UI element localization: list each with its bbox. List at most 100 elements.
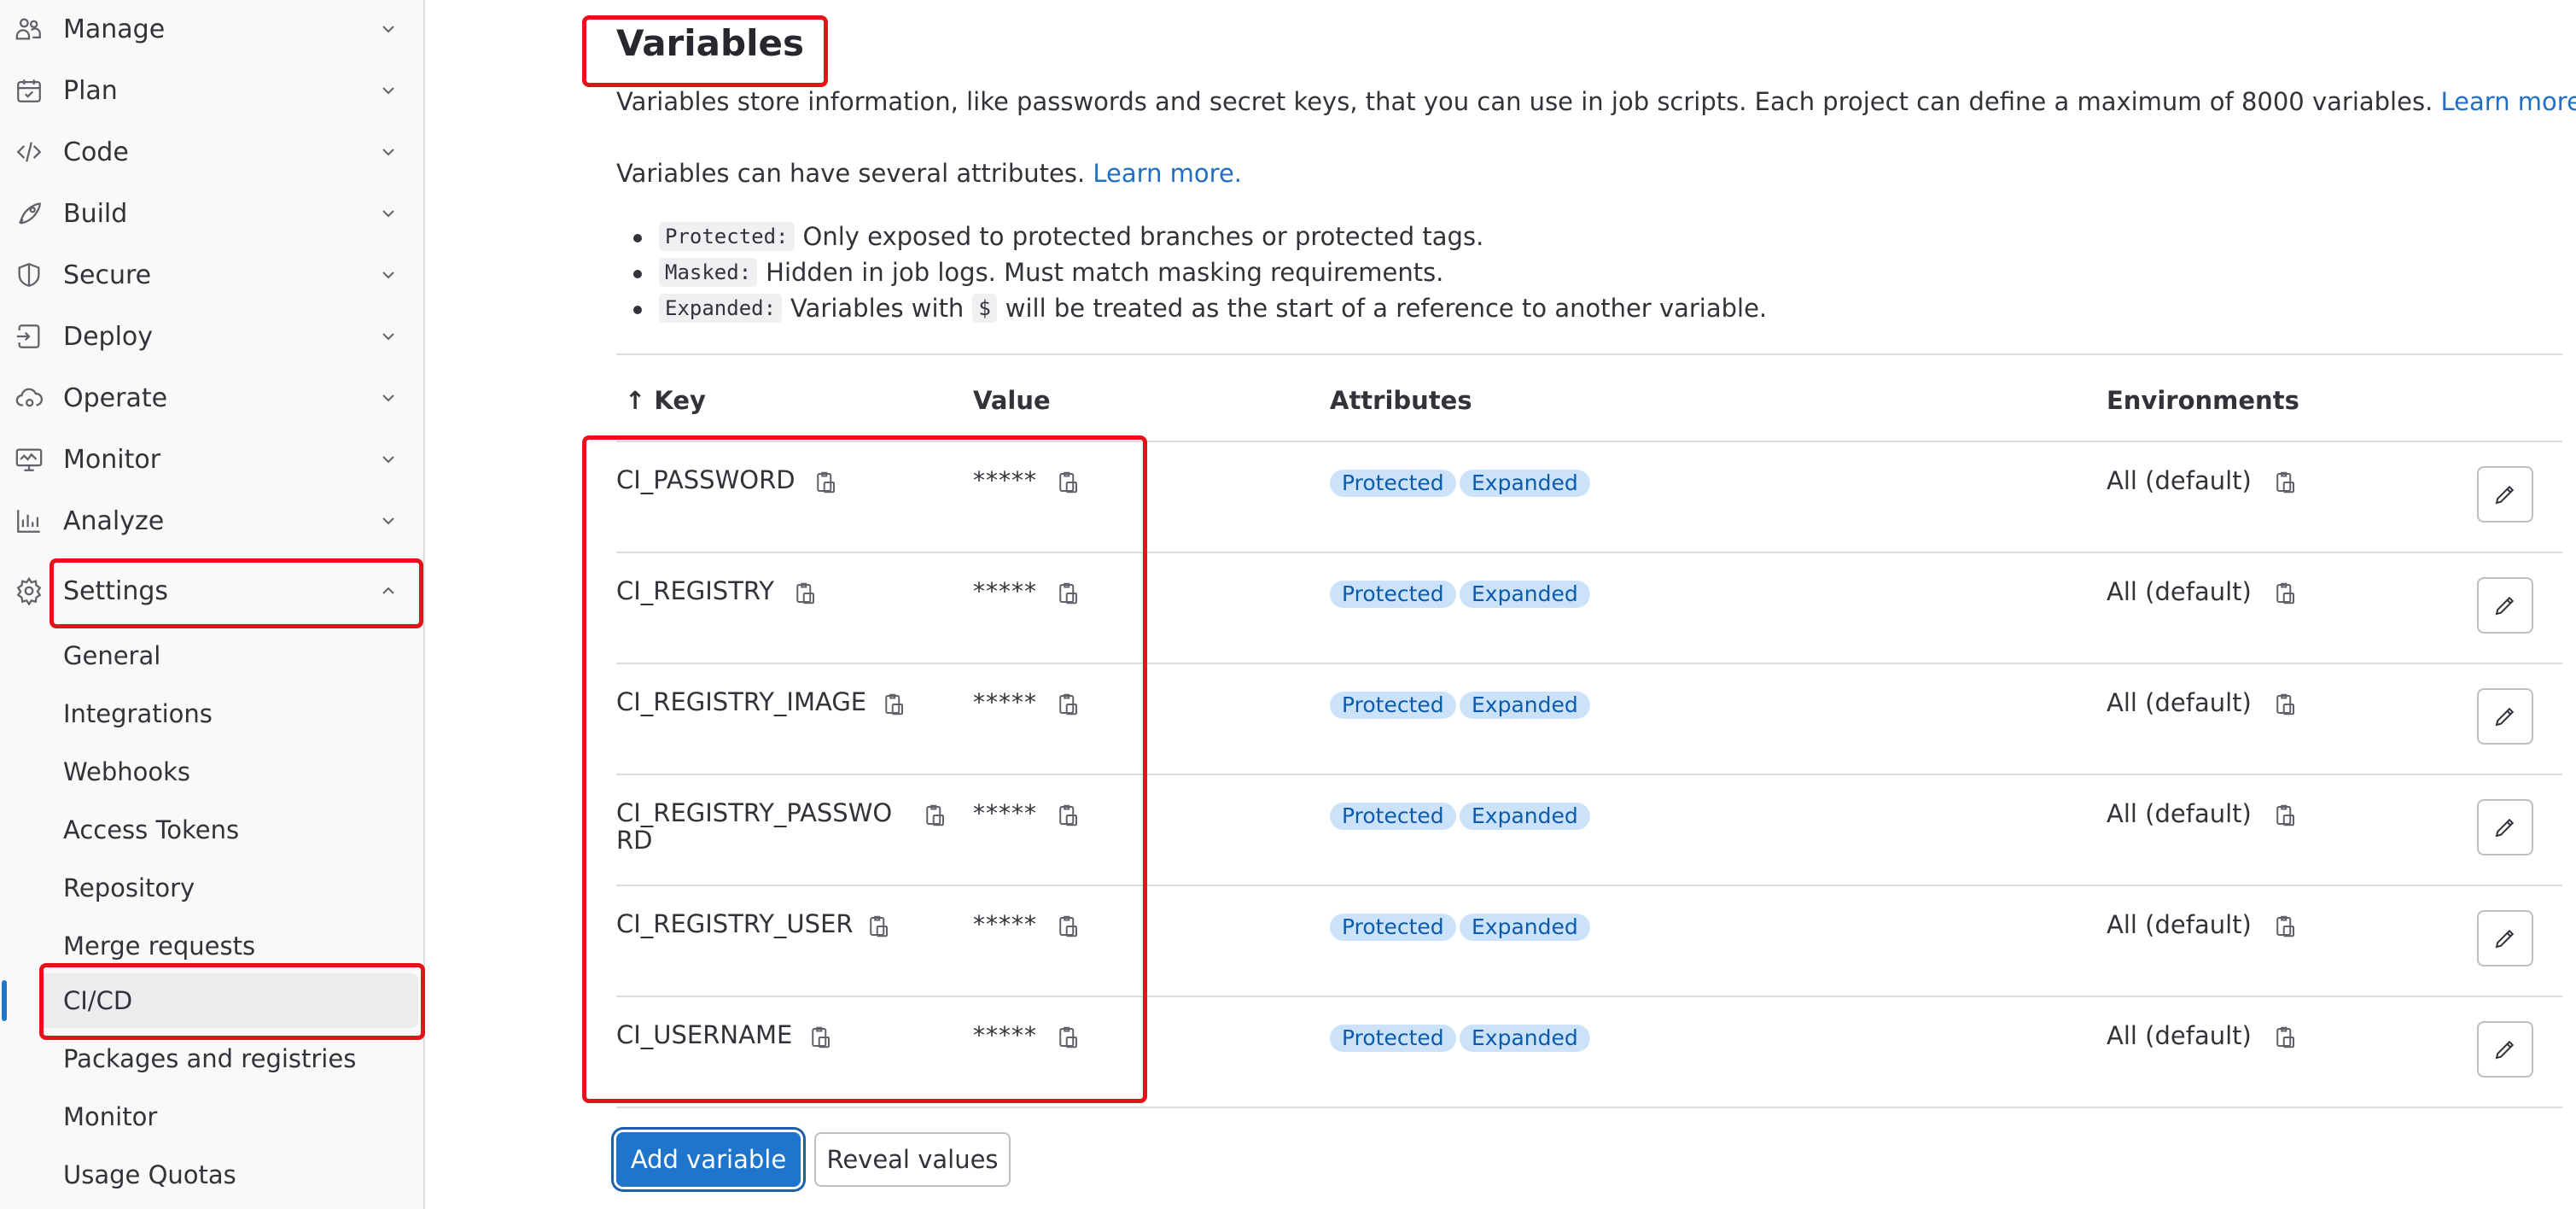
attributes-list: Protected: Only exposed to protected bran…	[632, 219, 1767, 326]
badge-protected: Protected	[1330, 692, 1456, 719]
attr-desc: Hidden in job logs. Must match masking r…	[766, 258, 1444, 287]
table-row: CI_USERNAME ***** Protected Expanded All…	[616, 996, 2562, 1108]
pencil-icon	[2495, 596, 2515, 616]
table-row: CI_REGISTRY_IMAGE ***** Protected Expand…	[616, 663, 2562, 775]
sidebar: Manage Plan Code Build Secure Deploy Ope…	[0, 0, 425, 1209]
copy-environment-icon[interactable]	[2272, 692, 2298, 717]
learn-more-attributes-link[interactable]: Learn more.	[1093, 159, 1242, 188]
variable-environment: All (default)	[2107, 1021, 2252, 1050]
table-row: CI_REGISTRY_PASSWORD ***** Protected Exp…	[616, 774, 2562, 886]
pencil-icon	[2495, 485, 2515, 505]
copy-environment-icon[interactable]	[2272, 1025, 2298, 1050]
page-title: Variables	[616, 22, 804, 64]
sidebar-sub-access-tokens[interactable]: Access Tokens	[39, 803, 418, 857]
list-item: Expanded: Variables with $ will be treated …	[632, 290, 1767, 326]
edit-variable-button[interactable]	[2477, 688, 2533, 745]
sidebar-item-monitor[interactable]: Monitor	[0, 429, 423, 490]
sidebar-sub-label: Usage Quotas	[63, 1160, 236, 1189]
copy-environment-icon[interactable]	[2272, 470, 2298, 495]
reveal-values-button[interactable]: Reveal values	[814, 1132, 1011, 1187]
edit-variable-button[interactable]	[2477, 910, 2533, 967]
sidebar-item-deploy[interactable]: Deploy	[0, 306, 423, 367]
sidebar-sub-merge-requests[interactable]: Merge requests	[39, 919, 418, 973]
sidebar-sub-monitor[interactable]: Monitor	[39, 1089, 418, 1144]
badge-expanded: Expanded	[1460, 914, 1590, 941]
learn-more-link[interactable]: Learn more.	[2441, 87, 2576, 116]
sidebar-item-analyze[interactable]: Analyze	[0, 490, 423, 552]
sidebar-sub-usage-quotas[interactable]: Usage Quotas	[39, 1148, 418, 1202]
sidebar-item-manage[interactable]: Manage	[0, 0, 423, 60]
copy-value-icon[interactable]	[1055, 581, 1081, 606]
header-key-sort[interactable]: ↑ Key	[625, 386, 706, 415]
code-expanded: Expanded:	[659, 294, 783, 323]
copy-key-icon[interactable]	[922, 803, 947, 828]
copy-key-icon[interactable]	[792, 581, 818, 606]
chevron-down-icon	[378, 511, 399, 531]
copy-environment-icon[interactable]	[2272, 803, 2298, 828]
header-environments: Environments	[2107, 386, 2299, 415]
rocket-icon	[12, 196, 46, 231]
copy-environment-icon[interactable]	[2272, 581, 2298, 606]
chart-icon	[12, 504, 46, 538]
main-content: Variables Variables store information, l…	[616, 0, 2576, 1209]
attr-desc: Variables with	[790, 294, 965, 323]
monitor-icon	[12, 442, 46, 476]
pencil-icon	[2495, 929, 2515, 949]
badge-expanded: Expanded	[1460, 692, 1590, 719]
chevron-down-icon	[378, 80, 399, 101]
copy-value-icon[interactable]	[1055, 803, 1081, 828]
sidebar-sub-label: Access Tokens	[63, 815, 240, 844]
pencil-icon	[2495, 1040, 2515, 1060]
copy-key-icon[interactable]	[813, 470, 838, 495]
copy-value-icon[interactable]	[1055, 470, 1081, 495]
sidebar-sub-webhooks[interactable]: Webhooks	[39, 745, 418, 799]
sidebar-sub-repository[interactable]: Repository	[39, 861, 418, 915]
variable-value: *****	[973, 688, 1037, 716]
variable-value: *****	[973, 577, 1037, 605]
sidebar-item-label: Monitor	[63, 444, 161, 475]
sidebar-sub-label: CI/CD	[63, 986, 133, 1015]
edit-variable-button[interactable]	[2477, 577, 2533, 634]
description-text: Variables store information, like passwo…	[616, 87, 2433, 116]
edit-variable-button[interactable]	[2477, 799, 2533, 856]
badge-expanded: Expanded	[1460, 470, 1590, 497]
variable-value: *****	[973, 1021, 1037, 1049]
list-item: Masked: Hidden in job logs. Must match ma…	[632, 254, 1767, 290]
sidebar-sub-integrations[interactable]: Integrations	[39, 686, 418, 741]
sidebar-sub-label: Repository	[63, 873, 195, 902]
sidebar-sub-packages-registries[interactable]: Packages and registries	[39, 1031, 418, 1086]
chevron-down-icon	[378, 203, 399, 224]
chevron-down-icon	[378, 265, 399, 285]
code-dollar: $	[972, 294, 997, 323]
sidebar-sub-general[interactable]: General	[39, 628, 418, 683]
copy-environment-icon[interactable]	[2272, 914, 2298, 939]
copy-key-icon[interactable]	[807, 1025, 833, 1050]
header-value: Value	[973, 386, 1051, 415]
sidebar-item-settings[interactable]: Settings	[0, 560, 423, 622]
sidebar-item-build[interactable]: Build	[0, 183, 423, 244]
sidebar-sub-ci-cd[interactable]: CI/CD	[39, 973, 418, 1028]
variable-value: *****	[973, 910, 1037, 938]
active-indicator	[2, 980, 7, 1021]
add-variable-button[interactable]: Add variable	[616, 1132, 801, 1187]
sidebar-item-operate[interactable]: Operate	[0, 367, 423, 429]
pencil-icon	[2495, 707, 2515, 727]
copy-key-icon[interactable]	[865, 914, 891, 939]
sidebar-item-plan[interactable]: Plan	[0, 60, 423, 121]
sidebar-item-label: Secure	[63, 260, 152, 290]
sidebar-item-label: Analyze	[63, 505, 165, 536]
edit-variable-button[interactable]	[2477, 1021, 2533, 1078]
variable-environment: All (default)	[2107, 466, 2252, 495]
copy-key-icon[interactable]	[881, 692, 906, 717]
copy-value-icon[interactable]	[1055, 914, 1081, 939]
copy-value-icon[interactable]	[1055, 1025, 1081, 1050]
sidebar-item-label: Deploy	[63, 321, 154, 352]
variable-key: CI_REGISTRY	[616, 576, 774, 605]
edit-variable-button[interactable]	[2477, 466, 2533, 523]
sidebar-item-secure[interactable]: Secure	[0, 244, 423, 306]
copy-value-icon[interactable]	[1055, 692, 1081, 717]
sidebar-item-code[interactable]: Code	[0, 121, 423, 183]
sidebar-sub-label: Monitor	[63, 1102, 158, 1131]
chevron-down-icon	[378, 326, 399, 347]
sidebar-item-label: Operate	[63, 383, 168, 413]
